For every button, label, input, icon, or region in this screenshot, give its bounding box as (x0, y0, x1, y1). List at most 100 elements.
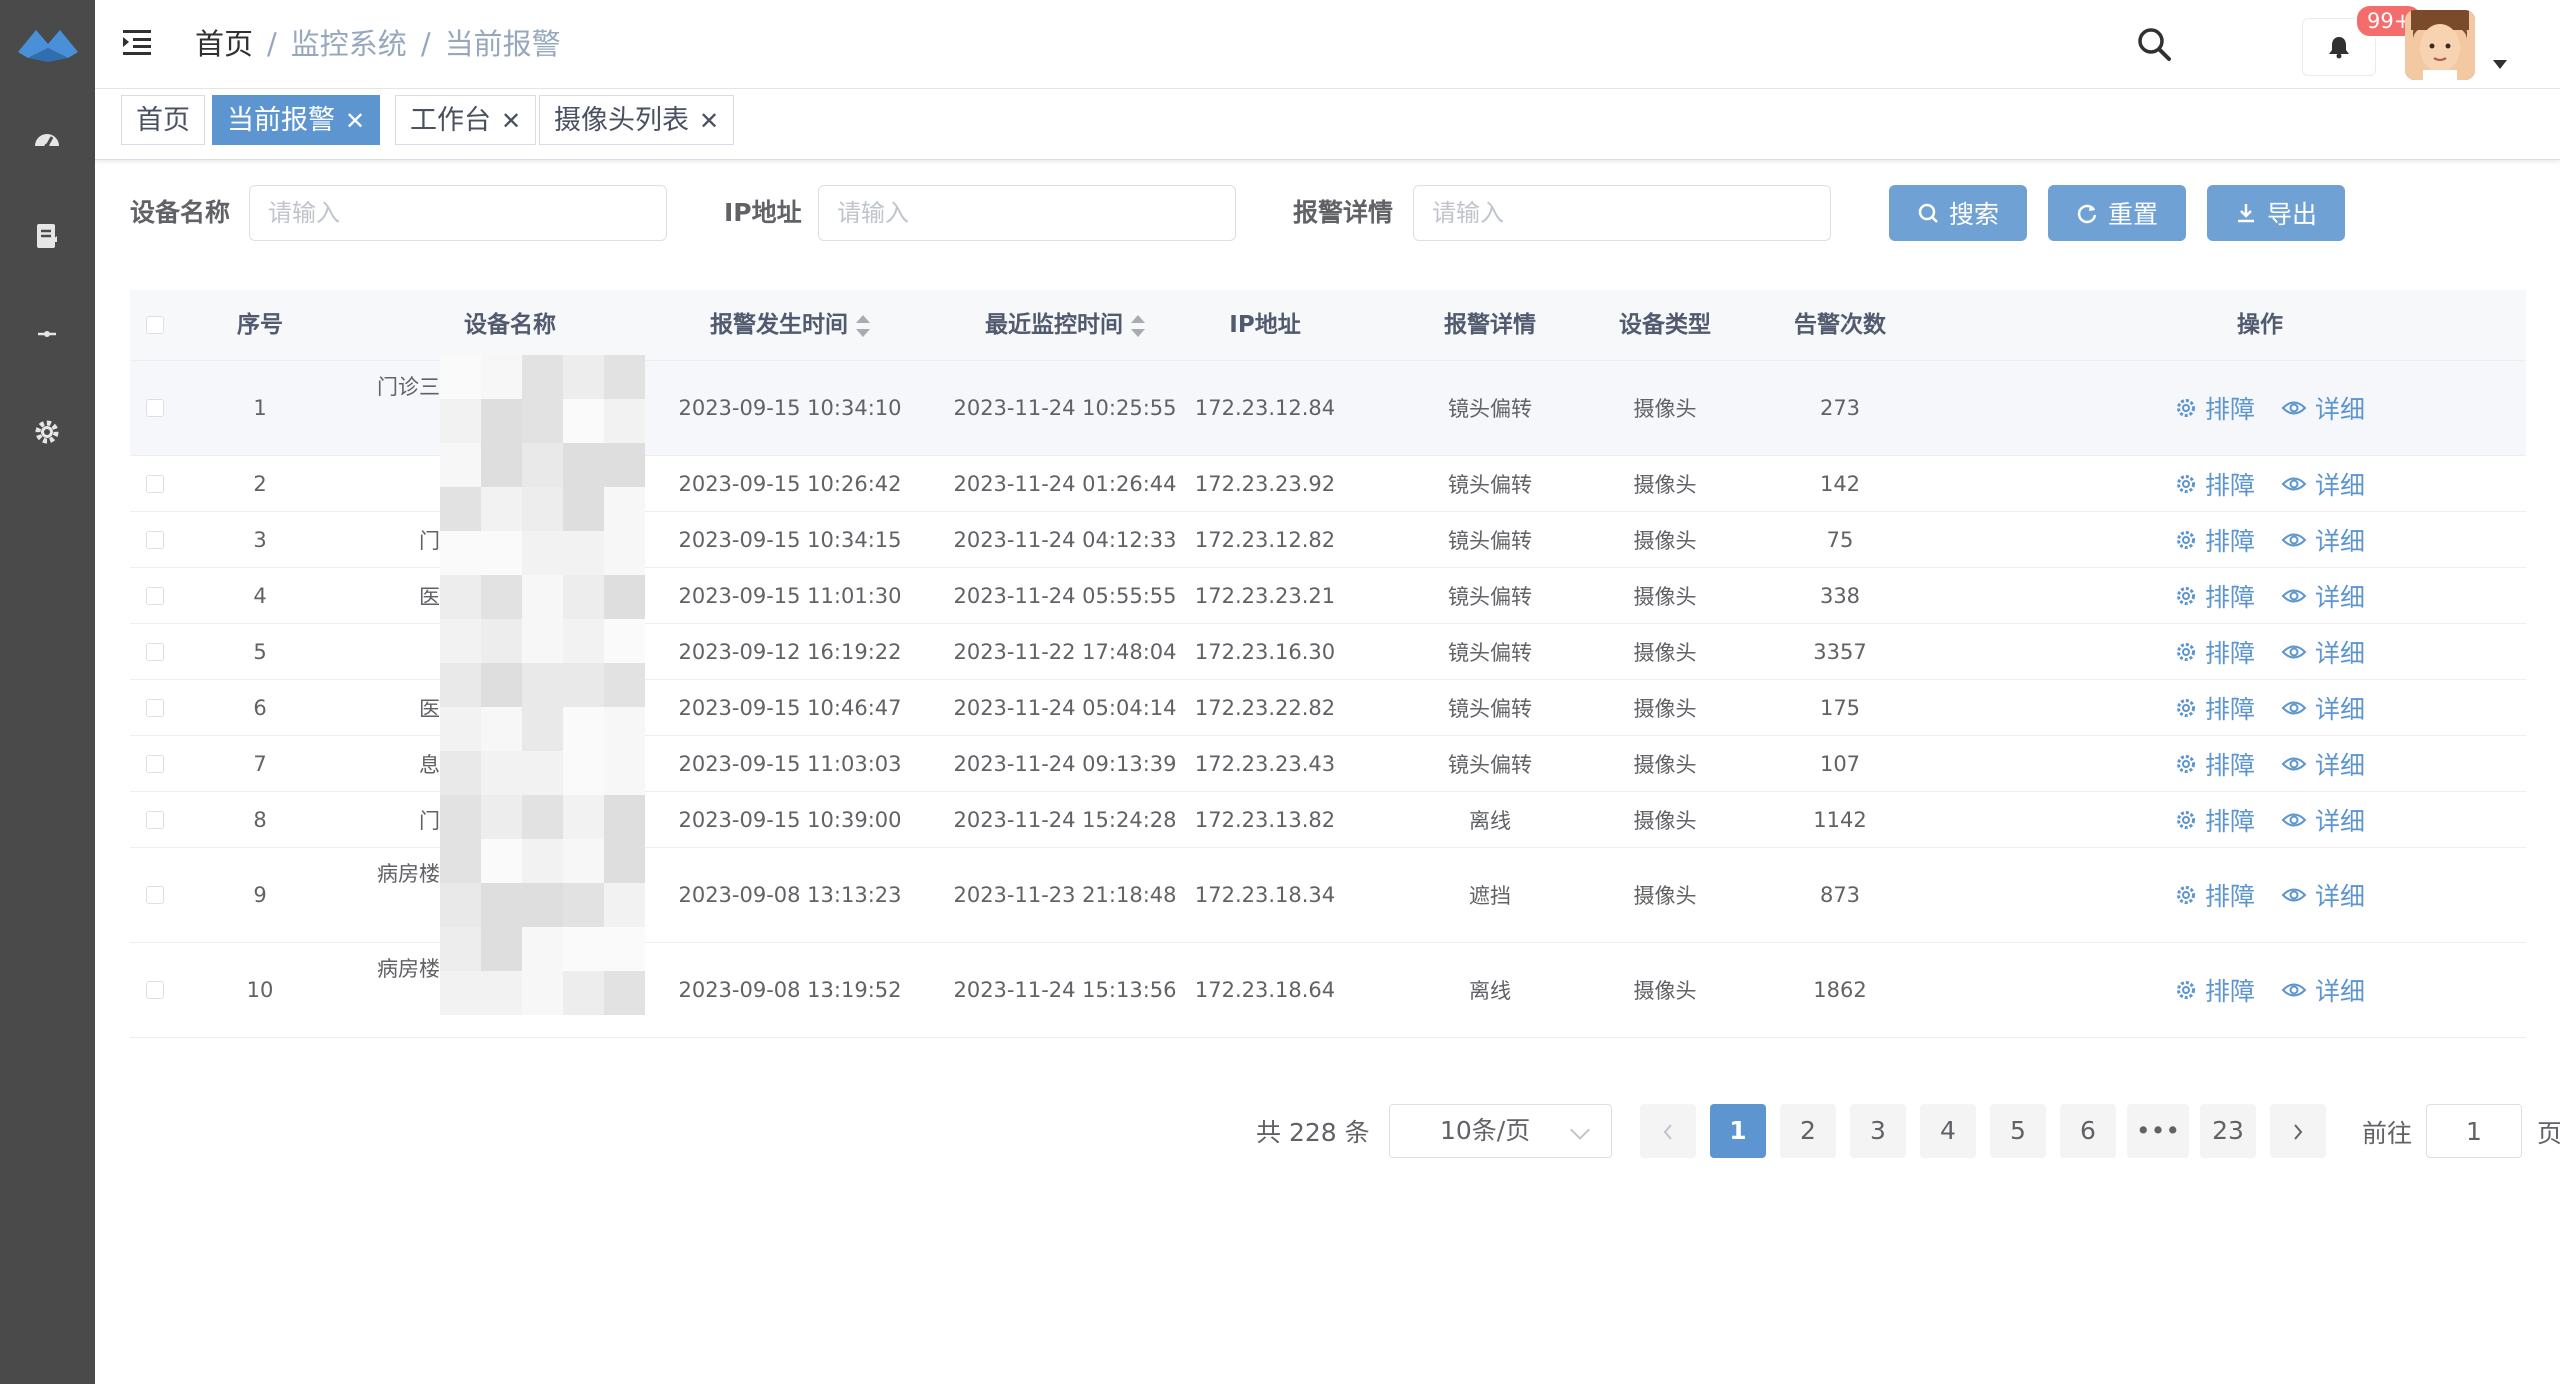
troubleshoot-button[interactable]: 排障 (2175, 466, 2255, 502)
page-button[interactable]: 3 (1850, 1104, 1906, 1158)
ip-input[interactable] (818, 185, 1236, 241)
row-checkbox[interactable] (146, 474, 164, 493)
avatar[interactable] (2405, 10, 2475, 80)
troubleshoot-button[interactable]: 排障 (2175, 578, 2255, 614)
close-icon[interactable]: ✕ (345, 107, 365, 135)
row-checkbox[interactable] (146, 399, 164, 417)
cell-detail: 镜头偏转 (1448, 696, 1532, 721)
row-checkbox[interactable] (146, 810, 164, 829)
eye-icon (2281, 533, 2307, 546)
hamburger-icon[interactable] (121, 26, 153, 58)
reset-button[interactable]: 重置 (2048, 185, 2186, 241)
tag-home[interactable]: 首页 (121, 95, 205, 145)
close-icon[interactable]: ✕ (501, 107, 521, 135)
detail-button[interactable]: 详细 (2281, 746, 2365, 782)
logo-icon[interactable] (14, 22, 82, 64)
cell-no: 4 (253, 583, 267, 608)
cell-monitor-time: 2023-11-24 10:25:55 (953, 396, 1177, 420)
row-checkbox[interactable] (146, 586, 164, 605)
cell-ip: 172.23.23.43 (1194, 751, 1336, 776)
cell-type: 摄像头 (1633, 640, 1697, 665)
troubleshoot-button[interactable]: 排障 (2175, 802, 2255, 838)
tags-view: 首页 当前报警 ✕ 工作台 ✕ 摄像头列表 ✕ (95, 89, 2560, 160)
detail-label: 详细 (2315, 806, 2366, 836)
gear-icon[interactable] (29, 414, 65, 450)
chevron-down-icon[interactable] (2493, 60, 2507, 69)
breadcrumb-home[interactable]: 首页 (195, 27, 253, 61)
troubleshoot-button[interactable]: 排障 (2175, 390, 2255, 426)
detail-label: 详细 (2315, 526, 2366, 556)
sort-icon[interactable] (1131, 312, 1145, 340)
col-alarm-time[interactable]: 报警发生时间 (670, 290, 910, 360)
sort-icon[interactable] (856, 312, 870, 340)
row-checkbox[interactable] (146, 642, 164, 661)
page-button[interactable]: 4 (1920, 1104, 1976, 1158)
cell-count: 107 (1819, 751, 1861, 776)
page-button[interactable]: 23 (2200, 1104, 2256, 1158)
row-checkbox[interactable] (146, 698, 164, 717)
gear-icon (2176, 530, 2195, 549)
page-button[interactable]: 5 (1990, 1104, 2046, 1158)
cell-type: 摄像头 (1633, 584, 1697, 609)
select-all-checkbox[interactable] (146, 316, 164, 334)
tag-current-alarm[interactable]: 当前报警 ✕ (212, 95, 381, 145)
prev-page-button[interactable] (1640, 1104, 1696, 1158)
device-name-label: 设备名称 (130, 198, 231, 227)
cell-monitor-time: 2023-11-23 21:18:48 (953, 883, 1177, 907)
tag-camera-list[interactable]: 摄像头列表 ✕ (539, 95, 735, 145)
action-cell: 排障 详细 (2160, 943, 2380, 1037)
troubleshoot-button[interactable]: 排障 (2175, 634, 2255, 670)
troubleshoot-button[interactable]: 排障 (2175, 877, 2255, 913)
tag-workbench[interactable]: 工作台 ✕ (395, 95, 537, 145)
search-icon[interactable] (2134, 24, 2174, 64)
troubleshoot-label: 排障 (2204, 882, 2255, 911)
detail-button[interactable]: 详细 (2281, 877, 2365, 913)
dashboard-icon[interactable] (29, 120, 65, 156)
more-pages-button[interactable]: ••• (2127, 1104, 2189, 1158)
next-page-button[interactable] (2270, 1104, 2326, 1158)
col-alarm-count: 告警次数 (1794, 312, 1886, 338)
collapse-icon[interactable] (29, 316, 65, 352)
detail-label: 详细 (2315, 882, 2366, 911)
row-checkbox[interactable] (146, 530, 164, 549)
search-button[interactable]: 搜索 (1889, 185, 2027, 241)
cell-no: 6 (253, 695, 267, 720)
col-monitor-time[interactable]: 最近监控时间 (945, 290, 1185, 360)
detail-label: 详细 (2315, 582, 2366, 612)
cell-count: 1142 (1813, 807, 1867, 832)
troubleshoot-button[interactable]: 排障 (2175, 972, 2255, 1008)
export-button[interactable]: 导出 (2207, 185, 2345, 241)
detail-button[interactable]: 详细 (2281, 390, 2365, 426)
troubleshoot-button[interactable]: 排障 (2175, 522, 2255, 558)
page-button[interactable]: 2 (1780, 1104, 1836, 1158)
row-checkbox[interactable] (146, 886, 164, 904)
detail-button[interactable]: 详细 (2281, 634, 2365, 670)
detail-button[interactable]: 详细 (2281, 466, 2365, 502)
detail-button[interactable]: 详细 (2281, 522, 2365, 558)
breadcrumb: 首页 / 监控系统 / 当前报警 (195, 27, 561, 61)
row-checkbox[interactable] (146, 754, 164, 773)
cell-count: 338 (1819, 583, 1861, 608)
cell-detail: 镜头偏转 (1448, 640, 1532, 665)
goto-page-input[interactable] (2426, 1104, 2522, 1158)
troubleshoot-button[interactable]: 排障 (2175, 690, 2255, 726)
device-name-input[interactable] (249, 185, 667, 241)
alarm-detail-input[interactable] (1413, 185, 1831, 241)
detail-button[interactable]: 详细 (2281, 972, 2365, 1008)
cell-alarm-time: 2023-09-15 10:46:47 (678, 695, 902, 720)
bell-icon (2329, 37, 2349, 59)
troubleshoot-button[interactable]: 排障 (2175, 746, 2255, 782)
page-size-select[interactable]: 10条/页 (1389, 1104, 1612, 1158)
detail-button[interactable]: 详细 (2281, 802, 2365, 838)
close-icon[interactable]: ✕ (699, 107, 719, 135)
breadcrumb-monitor[interactable]: 监控系统 (291, 27, 407, 61)
page-button[interactable]: 1 (1710, 1104, 1766, 1158)
page-button[interactable]: 6 (2060, 1104, 2116, 1158)
document-icon[interactable] (29, 218, 65, 254)
detail-button[interactable]: 详细 (2281, 690, 2365, 726)
cell-count: 3357 (1813, 639, 1867, 664)
row-checkbox[interactable] (146, 981, 164, 999)
cell-count: 75 (1826, 527, 1854, 552)
detail-button[interactable]: 详细 (2281, 578, 2365, 614)
search-button-label: 搜索 (1948, 200, 1999, 229)
